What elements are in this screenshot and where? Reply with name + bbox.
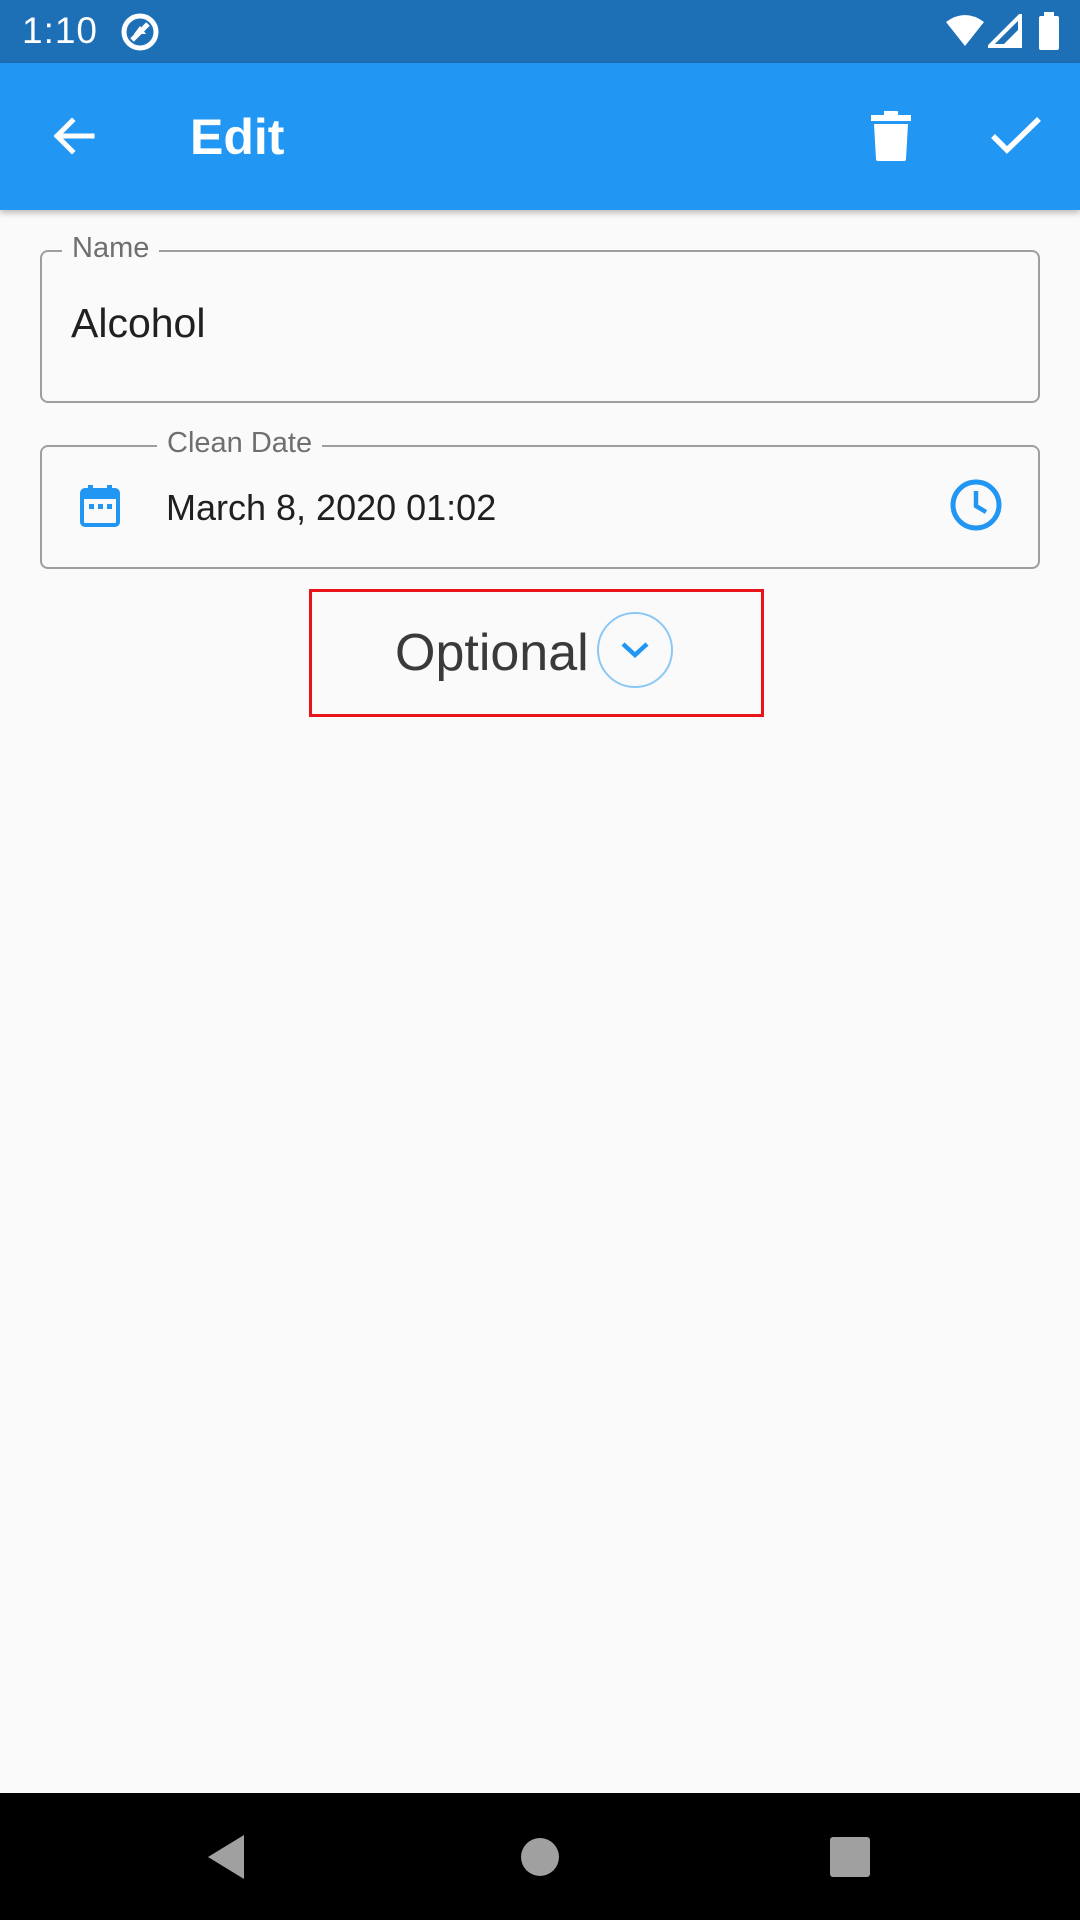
optional-expander[interactable]: Optional (309, 589, 764, 717)
calendar-icon (80, 485, 120, 532)
chevron-down-icon (621, 642, 649, 659)
nav-back-button[interactable] (184, 1815, 268, 1899)
recents-square-icon (830, 1837, 870, 1877)
status-time: 1:10 (22, 10, 99, 51)
clock-icon[interactable] (948, 477, 1004, 538)
optional-label: Optional (395, 624, 589, 682)
name-field-label: Name (62, 230, 160, 266)
arrow-left-icon (53, 117, 95, 155)
home-circle-icon (521, 1838, 559, 1876)
wifi-icon (944, 14, 986, 53)
name-field-value[interactable]: Alcohol (71, 298, 205, 348)
signal-icon (985, 11, 1022, 53)
battery-icon (1038, 12, 1060, 55)
clean-date-field[interactable]: Clean Date March 8, 2020 01:02 (40, 425, 1040, 569)
vpn-icon (120, 12, 160, 57)
nav-home-button[interactable] (498, 1815, 582, 1899)
back-triangle-icon (208, 1835, 244, 1879)
clean-date-value[interactable]: March 8, 2020 01:02 (166, 483, 496, 533)
trash-icon (871, 111, 911, 161)
save-button[interactable] (968, 88, 1064, 184)
navigation-bar (0, 1793, 1080, 1920)
nav-recents-button[interactable] (808, 1815, 892, 1899)
name-field[interactable]: Name Alcohol (40, 230, 1040, 403)
status-bar: 1:10 (0, 0, 1080, 63)
clean-date-label: Clean Date (157, 425, 323, 461)
delete-button[interactable] (843, 88, 939, 184)
back-button[interactable] (26, 88, 122, 184)
check-icon (991, 117, 1041, 154)
page-title: Edit (190, 109, 285, 165)
app-bar: Edit (0, 63, 1080, 210)
expand-button[interactable] (597, 612, 673, 688)
